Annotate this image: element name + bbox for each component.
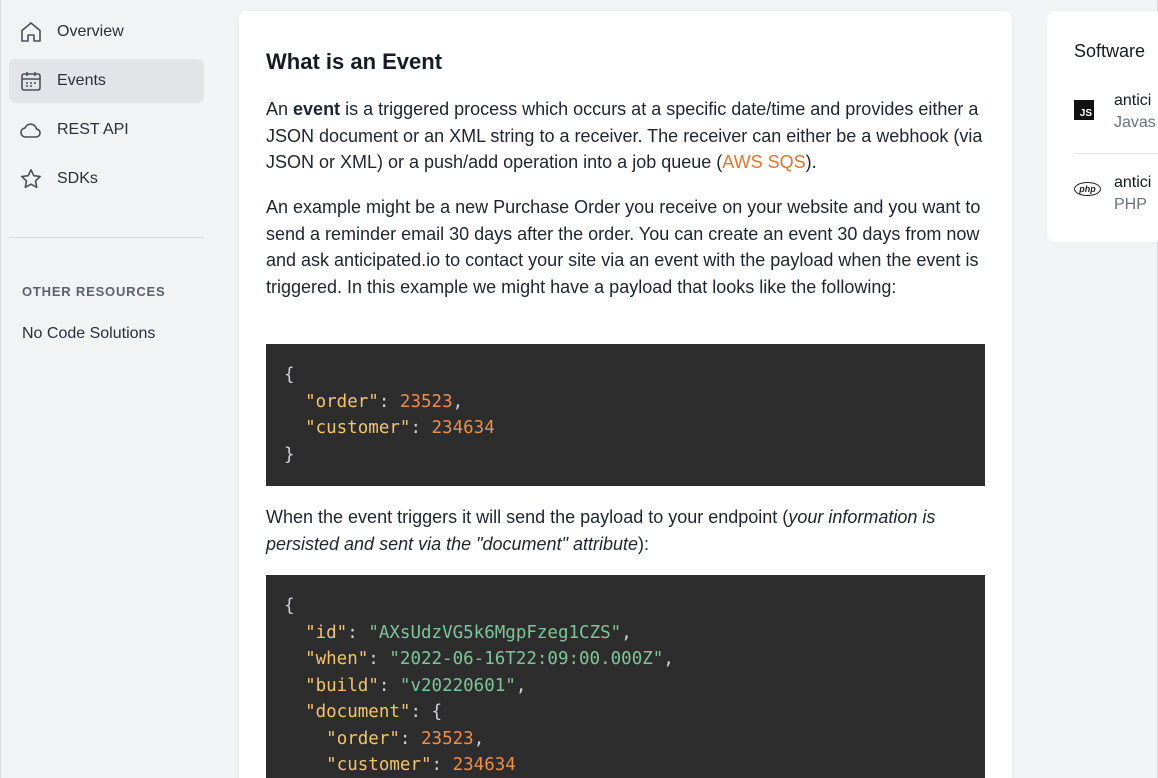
main-content-card: What is an Event An event is a triggered…	[239, 11, 1012, 778]
code-key: "document"	[305, 702, 411, 722]
code-line: "when": "2022-06-16T22:09:00.000Z",	[305, 649, 674, 669]
bold-term-event: event	[293, 99, 341, 119]
code-line: "document": {	[305, 702, 443, 722]
star-icon	[19, 167, 43, 191]
sidebar-item-sdks[interactable]: SDKs	[9, 157, 204, 201]
cloud-icon	[19, 118, 43, 142]
code-key: "id"	[305, 622, 348, 643]
code-line: {	[284, 596, 295, 616]
text-segment: ).	[805, 152, 817, 172]
code-string: "2022-06-16T22:09:00.000Z"	[389, 649, 664, 669]
software-card: Software JS antici Javas php antici PHP	[1047, 11, 1158, 242]
code-key: "customer"	[305, 418, 411, 438]
code-key: "when"	[305, 649, 369, 669]
sidebar-divider	[9, 237, 204, 238]
code-block-delivered-payload: { "id": "AXsUdzVG5k6MgpFzeg1CZS", "when"…	[266, 575, 985, 778]
sidebar: Overview Events REST API SDKs OTHER RESO…	[1, 0, 213, 778]
code-line: "customer": 234634	[326, 755, 516, 775]
sidebar-item-rest-api[interactable]: REST API	[9, 108, 204, 152]
text-segment: When the event triggers it will send the…	[266, 507, 789, 527]
code-key: "customer"	[326, 755, 432, 775]
code-line: "order": 23523,	[305, 391, 464, 412]
code-line: }	[284, 444, 295, 465]
page-title: What is an Event	[266, 49, 443, 74]
text-segment: An	[266, 99, 294, 119]
software-card-title: Software	[1074, 41, 1146, 61]
sdk-name: antici	[1114, 92, 1152, 109]
sidebar-nav: Overview Events REST API SDKs	[9, 10, 204, 206]
sdk-language: Javas	[1114, 114, 1156, 131]
aws-sqs-link[interactable]: AWS SQS	[722, 152, 805, 172]
code-line: {	[284, 365, 295, 385]
text-segment: ):	[638, 533, 649, 554]
code-string: "v20220601"	[399, 675, 516, 696]
sidebar-item-label: SDKs	[57, 170, 98, 187]
section-title-other-resources: OTHER RESOURCES	[22, 284, 166, 299]
home-icon	[19, 20, 43, 44]
code-line: "build": "v20220601",	[305, 675, 527, 696]
sdk-name: antici	[1114, 174, 1152, 191]
javascript-logo-icon: JS	[1074, 100, 1094, 120]
code-string: "AXsUdzVG5k6MgpFzeg1CZS"	[368, 622, 622, 643]
sidebar-item-overview[interactable]: Overview	[9, 10, 204, 54]
intro-paragraph: An event is a triggered process which oc…	[266, 96, 986, 176]
code-line: "order": 23523,	[326, 728, 485, 749]
code-number: 234634	[431, 418, 495, 438]
code-key: "build"	[305, 675, 379, 696]
sdk-language: PHP	[1114, 196, 1147, 213]
sidebar-item-label: Events	[57, 72, 106, 89]
code-punct: {	[431, 702, 443, 722]
sdk-divider	[1074, 153, 1158, 154]
code-number: 234634	[452, 755, 516, 775]
php-logo-icon: php	[1074, 182, 1101, 196]
trigger-paragraph: When the event triggers it will send the…	[266, 504, 986, 557]
sidebar-item-events[interactable]: Events	[9, 59, 204, 103]
code-block-payload: { "order": 23523, "customer": 234634 }	[266, 344, 985, 486]
code-line: "id": "AXsUdzVG5k6MgpFzeg1CZS",	[305, 622, 632, 643]
code-number: 23523	[399, 391, 453, 412]
text-segment: is a triggered process which occurs at a…	[266, 99, 983, 172]
code-line: "customer": 234634	[305, 418, 495, 438]
calendar-icon	[19, 69, 43, 93]
code-key: "order"	[326, 728, 400, 749]
code-key: "order"	[305, 391, 379, 412]
example-paragraph: An example might be a new Purchase Order…	[266, 197, 981, 297]
sidebar-item-label: REST API	[57, 121, 129, 138]
resource-link-no-code-solutions[interactable]: No Code Solutions	[22, 325, 155, 343]
code-number: 23523	[421, 728, 474, 749]
sidebar-item-label: Overview	[57, 23, 124, 40]
